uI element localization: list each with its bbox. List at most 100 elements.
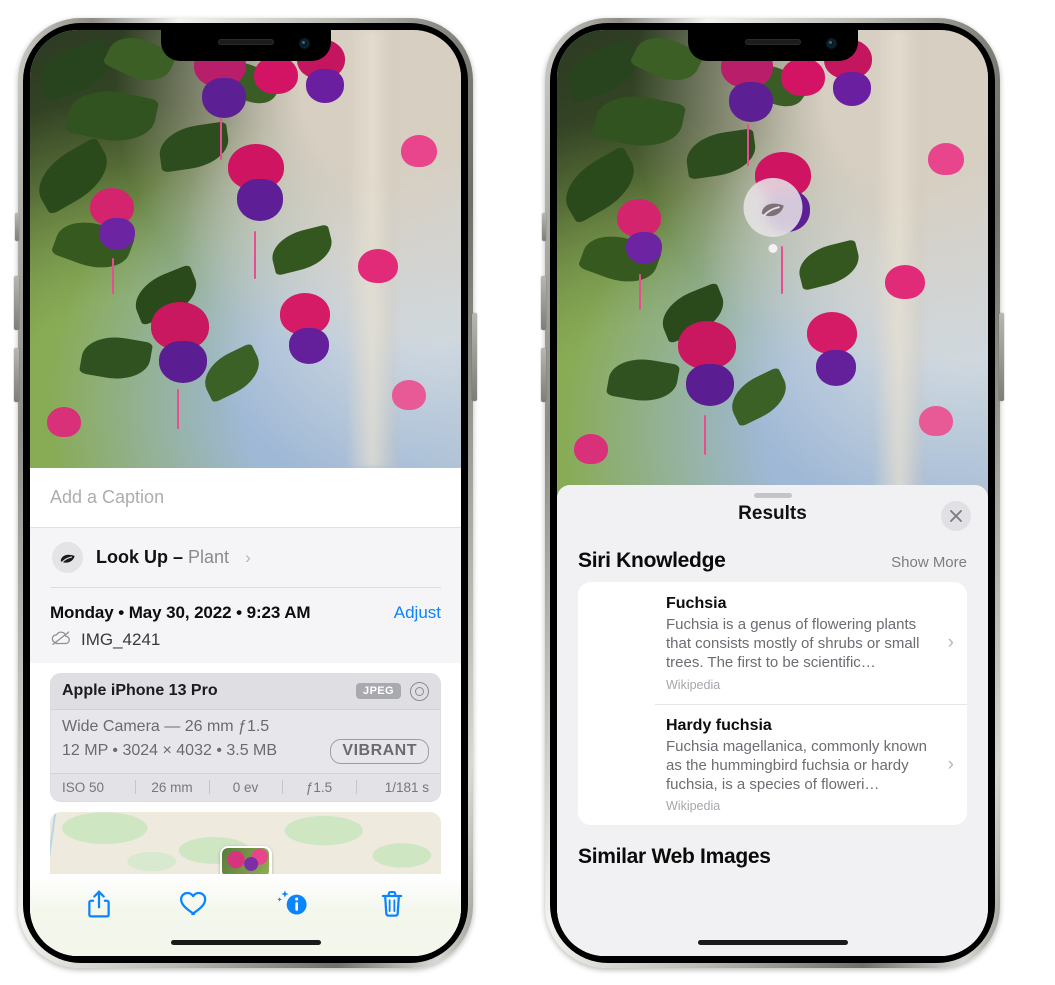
- trash-icon[interactable]: [379, 889, 405, 924]
- knowledge-row[interactable]: Hardy fuchsia Fuchsia magellanica, commo…: [578, 703, 967, 826]
- chevron-right-icon: ›: [245, 547, 251, 567]
- knowledge-source: Wikipedia: [666, 799, 721, 814]
- results-header: Results: [557, 485, 988, 543]
- power-button[interactable]: [999, 313, 1004, 401]
- front-camera: [826, 39, 836, 48]
- camera-header: Apple iPhone 13 Pro JPEG: [51, 673, 440, 710]
- phone-right: Results Siri Knowledge Show More Fuchsia…: [541, 18, 1004, 968]
- knowledge-description: Fuchsia is a genus of flowering plants t…: [666, 616, 920, 672]
- flower: [686, 363, 735, 406]
- sparkle-icon: ✦: [30, 522, 32, 538]
- knowledge-text: Hardy fuchsia Fuchsia magellanica, commo…: [666, 717, 935, 814]
- knowledge-row[interactable]: Fuchsia Fuchsia is a genus of flowering …: [578, 582, 967, 704]
- results-sheet: Results Siri Knowledge Show More Fuchsia…: [557, 485, 988, 956]
- flower: [729, 81, 774, 122]
- volume-up-button[interactable]: [541, 276, 546, 330]
- location-map[interactable]: [50, 811, 441, 874]
- info-sparkle-icon[interactable]: [276, 888, 312, 925]
- camera-header-badges: JPEG: [356, 681, 429, 701]
- flower: [288, 327, 329, 364]
- knowledge-card-list: Fuchsia Fuchsia is a genus of flowering …: [578, 582, 967, 826]
- chevron-right-icon: ›: [947, 753, 954, 775]
- look-up-label: Look Up – Plant: [96, 547, 229, 568]
- flower: [884, 265, 925, 299]
- photo-fuchsia[interactable]: [30, 30, 461, 468]
- leaf-icon: [52, 542, 83, 573]
- knowledge-source: Wikipedia: [666, 677, 721, 692]
- metadata-header: Monday • May 30, 2022 • 9:23 AM Adjust: [50, 603, 441, 623]
- power-button[interactable]: [472, 313, 477, 401]
- phone-screen-left: Add a Caption ✦ ✦ Look Up –: [30, 30, 461, 956]
- photo-fuchsia[interactable]: [557, 30, 988, 500]
- earpiece-speaker: [217, 39, 274, 45]
- flower: [806, 312, 857, 354]
- knowledge-description: Fuchsia magellanica, commonly known as t…: [666, 737, 927, 793]
- phone-left: Add a Caption ✦ ✦ Look Up –: [14, 18, 477, 968]
- section-title: Similar Web Images: [578, 845, 771, 869]
- knowledge-title: Hardy fuchsia: [666, 716, 772, 734]
- knowledge-text: Fuchsia Fuchsia is a genus of flowering …: [666, 595, 935, 692]
- section-title: Siri Knowledge: [578, 549, 726, 572]
- volume-down-button[interactable]: [14, 348, 19, 402]
- visual-lookup-leaf-icon[interactable]: [743, 178, 802, 237]
- volume-up-button[interactable]: [14, 276, 19, 330]
- cloud-slash-icon: [50, 630, 72, 651]
- exif-aperture: ƒ1.5: [305, 779, 333, 795]
- silent-switch[interactable]: [15, 213, 19, 241]
- flower: [236, 178, 283, 221]
- look-up-row[interactable]: ✦ ✦ Look Up – Plant ›: [30, 522, 461, 587]
- photo-info-sheet: Add a Caption ✦ ✦ Look Up –: [30, 468, 461, 956]
- phone-screen-right: Results Siri Knowledge Show More Fuchsia…: [557, 30, 988, 956]
- camera-lens-info: Wide Camera — 26 mm ƒ1.5: [62, 717, 270, 735]
- heart-icon[interactable]: [179, 890, 209, 922]
- camera-body: Wide Camera — 26 mm ƒ1.5 12 MP • 3024 × …: [51, 709, 440, 773]
- adjust-button[interactable]: Adjust: [394, 603, 441, 623]
- flower: [815, 349, 856, 386]
- flower: [919, 406, 954, 436]
- look-up-subject: Plant: [188, 547, 230, 567]
- notch: [160, 30, 331, 61]
- flower: [927, 142, 964, 175]
- home-indicator[interactable]: [170, 940, 321, 945]
- flower: [392, 380, 427, 411]
- map-photo-pin: [219, 845, 272, 874]
- screenshot-stage: Add a Caption ✦ ✦ Look Up –: [0, 0, 1055, 985]
- camera-info-card[interactable]: Apple iPhone 13 Pro JPEG Wide Camera — 2…: [50, 672, 441, 802]
- results-title: Results: [738, 503, 807, 524]
- web-image-thumbnail[interactable]: [578, 878, 673, 956]
- front-camera: [299, 39, 309, 48]
- stamen: [746, 124, 749, 166]
- lookup-section: ✦ ✦ Look Up – Plant ›: [30, 522, 461, 588]
- camera-model: Apple iPhone 13 Pro: [62, 682, 218, 699]
- notch: [687, 30, 858, 61]
- siri-knowledge-header: Siri Knowledge Show More: [557, 543, 988, 582]
- flower: [400, 135, 437, 168]
- photo-date: Monday • May 30, 2022 • 9:23 AM: [50, 602, 311, 622]
- close-icon[interactable]: [941, 501, 971, 531]
- home-indicator[interactable]: [697, 940, 848, 945]
- look-up-title: Look Up –: [96, 547, 184, 567]
- exif-focal: 26 mm: [151, 779, 193, 795]
- silent-switch[interactable]: [542, 213, 546, 241]
- stamen: [638, 274, 641, 311]
- photo-filename: IMG_4241: [81, 630, 161, 649]
- exif-shutter: 1/181 s: [384, 779, 429, 795]
- share-icon[interactable]: [86, 889, 112, 924]
- flower: [625, 232, 662, 265]
- flower: [159, 340, 208, 383]
- flower: [574, 434, 609, 465]
- caption-input[interactable]: Add a Caption: [30, 468, 461, 528]
- web-image-thumbnail[interactable]: [872, 878, 967, 956]
- knowledge-title: Fuchsia: [666, 595, 727, 612]
- format-badge: JPEG: [356, 683, 401, 699]
- photographic-style-badge: VIBRANT: [330, 738, 429, 764]
- stamen: [111, 257, 114, 294]
- exif-ev: 0 ev: [232, 779, 259, 795]
- show-more-button[interactable]: Show More: [891, 554, 967, 571]
- volume-down-button[interactable]: [541, 348, 546, 402]
- flower: [832, 72, 871, 107]
- aperture-icon: [410, 681, 429, 701]
- stamen: [176, 389, 179, 430]
- flower: [47, 406, 82, 437]
- camera-resolution: 12 MP • 3024 × 4032 • 3.5 MB: [62, 742, 278, 759]
